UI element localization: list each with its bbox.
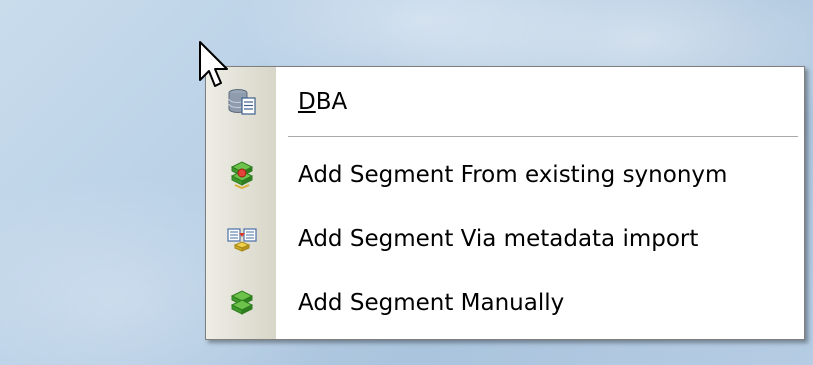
label-rest: BA bbox=[315, 89, 348, 115]
menu-item-label: Add Segment Via metadata import bbox=[298, 226, 699, 252]
mnemonic-letter: D bbox=[298, 89, 316, 115]
menu-item-label: Add Segment Manually bbox=[298, 290, 565, 316]
context-menu: DBA Add Segment From existing synonym Ad… bbox=[205, 66, 805, 340]
menu-item-add-segment-metadata[interactable]: Add Segment Via metadata import bbox=[206, 207, 804, 271]
mouse-pointer-icon bbox=[199, 41, 228, 87]
menu-item-add-segment-manually[interactable]: Add Segment Manually bbox=[206, 271, 804, 335]
menu-item-label: Add Segment From existing synonym bbox=[298, 162, 728, 188]
segment-synonym-icon bbox=[226, 159, 258, 191]
metadata-import-icon bbox=[226, 223, 258, 255]
menu-separator bbox=[288, 136, 798, 138]
menu-item-label: DBA bbox=[298, 89, 347, 115]
menu-item-add-segment-synonym[interactable]: Add Segment From existing synonym bbox=[206, 143, 804, 207]
segment-manual-icon bbox=[226, 287, 258, 319]
menu-item-dba[interactable]: DBA bbox=[206, 71, 804, 133]
